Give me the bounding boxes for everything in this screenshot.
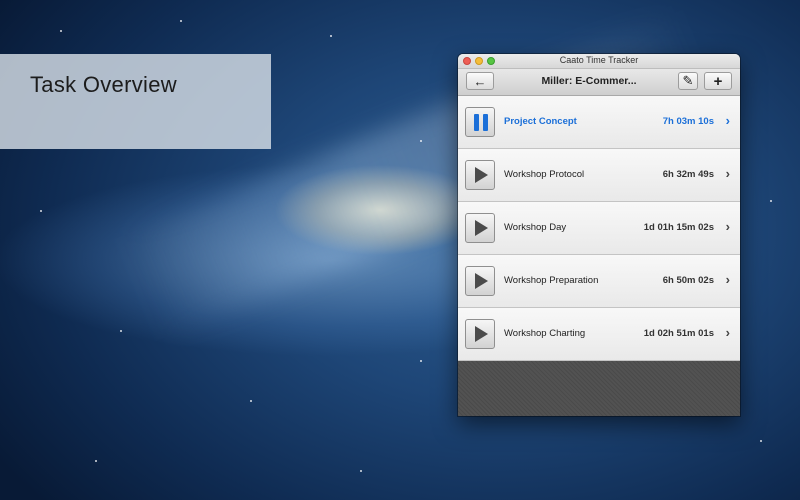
star xyxy=(770,200,772,202)
window-titlebar[interactable]: Caato Time Tracker xyxy=(458,54,740,69)
task-row-workshop-day[interactable]: Workshop Day 1d 01h 15m 02s › xyxy=(458,202,740,255)
project-title: Miller: E-Commer... xyxy=(541,75,637,87)
task-row-workshop-preparation[interactable]: Workshop Preparation 6h 50m 02s › xyxy=(458,255,740,308)
linen-footer xyxy=(458,361,740,416)
add-task-button[interactable]: + xyxy=(704,72,732,90)
star xyxy=(250,400,252,402)
play-button[interactable] xyxy=(465,160,495,190)
star xyxy=(420,360,422,362)
pause-button[interactable] xyxy=(465,107,495,137)
task-time: 1d 02h 51m 01s xyxy=(643,328,714,339)
task-time: 6h 32m 49s xyxy=(662,169,714,180)
task-name: Workshop Day xyxy=(504,222,567,233)
play-icon xyxy=(475,273,488,289)
task-row-workshop-charting[interactable]: Workshop Charting 1d 02h 51m 01s › xyxy=(458,308,740,361)
task-overview-panel: Task Overview xyxy=(0,54,271,149)
task-name: Project Concept xyxy=(504,116,577,127)
chevron-right-icon[interactable]: › xyxy=(726,273,730,286)
app-window: Caato Time Tracker ← Miller: E-Commer...… xyxy=(458,54,740,416)
play-button[interactable] xyxy=(465,266,495,296)
pencil-icon: ✎ xyxy=(682,73,694,88)
play-icon xyxy=(475,167,488,183)
chevron-right-icon[interactable]: › xyxy=(726,114,730,127)
play-icon xyxy=(475,326,488,342)
star xyxy=(40,210,42,212)
back-arrow-icon: ← xyxy=(473,73,487,89)
task-time: 7h 03m 10s xyxy=(662,116,714,127)
star xyxy=(95,460,97,462)
pause-icon xyxy=(473,114,489,131)
chevron-right-icon[interactable]: › xyxy=(726,220,730,233)
overlay-title: Task Overview xyxy=(30,72,177,97)
task-time: 1d 01h 15m 02s xyxy=(643,222,714,233)
chevron-right-icon[interactable]: › xyxy=(726,167,730,180)
chevron-right-icon[interactable]: › xyxy=(726,326,730,339)
play-icon xyxy=(475,220,488,236)
task-list: Project Concept 7h 03m 10s › Workshop Pr… xyxy=(458,96,740,361)
task-time: 6h 50m 02s xyxy=(662,275,714,286)
toolbar: ← Miller: E-Commer... ✎ + xyxy=(458,69,740,96)
play-button[interactable] xyxy=(465,213,495,243)
back-button[interactable]: ← xyxy=(466,72,494,90)
star xyxy=(420,140,422,142)
task-name: Workshop Charting xyxy=(504,328,586,339)
task-name: Workshop Protocol xyxy=(504,169,585,180)
edit-button[interactable]: ✎ xyxy=(678,72,698,90)
star xyxy=(760,440,762,442)
play-button[interactable] xyxy=(465,319,495,349)
star xyxy=(180,20,182,22)
star xyxy=(120,330,122,332)
task-name: Workshop Preparation xyxy=(504,275,599,286)
plus-icon: + xyxy=(713,72,723,90)
task-row-project-concept[interactable]: Project Concept 7h 03m 10s › xyxy=(458,96,740,149)
window-title: Caato Time Tracker xyxy=(559,55,639,65)
star xyxy=(60,30,62,32)
star xyxy=(360,470,362,472)
star xyxy=(330,35,332,37)
task-row-workshop-protocol[interactable]: Workshop Protocol 6h 32m 49s › xyxy=(458,149,740,202)
